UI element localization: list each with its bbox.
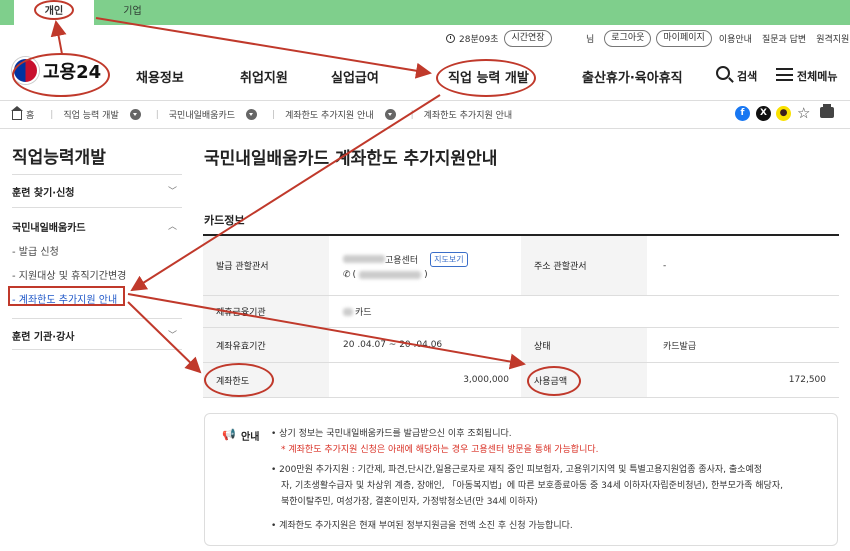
user-links: 님 로그아웃 마이페이지 이용안내 질문과 답변 원격지원 bbox=[586, 29, 849, 47]
timer-text: 28분09초 bbox=[459, 34, 499, 45]
table-row: 계좌한도 3,000,000 사용금액 172,500 bbox=[203, 363, 839, 398]
search-icon[interactable] bbox=[716, 66, 730, 80]
header-divider bbox=[0, 100, 850, 101]
breadcrumb-card[interactable]: 국민내일배움카드 bbox=[169, 108, 235, 121]
sidebar-sub-issue[interactable]: - 발급 신청 bbox=[12, 243, 59, 258]
sidebar-divider bbox=[12, 207, 182, 208]
page-title: 국민내일배움카드 계좌한도 추가지원안내 bbox=[204, 149, 498, 169]
link-remote[interactable]: 원격지원 bbox=[816, 32, 849, 45]
bank-label: 제휴금융기관 bbox=[203, 296, 329, 327]
section-title: 카드정보 bbox=[204, 214, 245, 227]
table-row: 발급 관할관서 고용센터 지도보기 ✆ ( ) 주소 관할관서 - bbox=[203, 236, 839, 296]
arrow-logo-to-tab bbox=[50, 20, 67, 55]
status-value: 카드발급 bbox=[663, 341, 697, 352]
address-label: 주소 관할관서 bbox=[521, 236, 647, 295]
notice-line: • 계좌한도 추가지원은 현재 부여된 정부지원금을 전액 소진 후 신청 가능… bbox=[271, 521, 573, 531]
chevron-down-icon[interactable]: ﹀ bbox=[168, 328, 177, 341]
tab-company[interactable]: 기업 bbox=[95, 0, 170, 25]
chevron-down-icon[interactable] bbox=[384, 109, 396, 120]
table-row: 제휴금융기관 카드 bbox=[203, 296, 839, 328]
session-timer: 28분09초 시간연장 bbox=[446, 29, 557, 47]
phone-prefix: ( bbox=[352, 269, 357, 280]
breadcrumb: 홈 | 직업 능력 개발 | 국민내일배움카드 | 계좌한도 추가지원 안내 |… bbox=[11, 106, 518, 121]
redacted-text bbox=[343, 307, 353, 316]
nav-maternity-leave[interactable]: 출산휴가·육아휴직 bbox=[582, 67, 683, 86]
sidebar-divider bbox=[12, 174, 182, 175]
extend-time-button[interactable]: 시간연장 bbox=[504, 29, 552, 47]
issuer-value: 고용센터 bbox=[385, 255, 419, 266]
notice-line-red: * 계좌한도 추가지원 신청은 아래에 해당하는 경우 고용센터 방문을 통해 … bbox=[281, 445, 599, 455]
annotation-circle-logo bbox=[12, 53, 110, 97]
limit-value: 3,000,000 bbox=[463, 375, 509, 385]
phone-suffix: ) bbox=[424, 269, 428, 280]
notice-box: 📢 안내 • 상기 정보는 국민내일배움카드를 발급받으신 이후 조회됩니다. … bbox=[204, 413, 838, 546]
sidebar-item-training-search[interactable]: 훈련 찾기·신청 bbox=[12, 184, 74, 199]
sidebar-item-institution[interactable]: 훈련 기관·강사 bbox=[12, 328, 74, 343]
sidebar-title: 직업능력개발 bbox=[12, 148, 106, 168]
breadcrumb-current: 계좌한도 추가지원 안내 bbox=[423, 111, 513, 121]
arrow-tab-to-nav bbox=[95, 17, 432, 79]
breadcrumb-home[interactable]: 홈 bbox=[26, 108, 34, 121]
address-value: - bbox=[663, 260, 667, 271]
redacted-phone bbox=[359, 270, 422, 279]
chevron-down-icon[interactable] bbox=[246, 109, 258, 120]
home-icon[interactable] bbox=[11, 106, 23, 120]
nav-unemployment-benefit[interactable]: 실업급여 bbox=[331, 67, 379, 86]
phone-icon: ✆ bbox=[343, 269, 351, 280]
arrow-sidebar-to-limit bbox=[127, 301, 202, 374]
annotation-circle-limit bbox=[204, 363, 274, 397]
notice-line: • 200만원 추가지원 : 기간제, 파견,단시간,일용근로자로 재직 중인 … bbox=[271, 465, 763, 475]
notice-line: • 상기 정보는 국민내일배움카드를 발급받으신 이후 조회됩니다. bbox=[271, 429, 512, 439]
breadcrumb-vocational[interactable]: 직업 능력 개발 bbox=[63, 108, 118, 121]
annotation-box-sidebar bbox=[8, 286, 125, 306]
sidebar-divider bbox=[12, 349, 182, 350]
breadcrumb-separator: | bbox=[155, 109, 159, 120]
facebook-share-icon[interactable]: f bbox=[735, 106, 750, 121]
period-label: 계좌유효기간 bbox=[203, 328, 329, 362]
logout-button[interactable]: 로그아웃 bbox=[604, 29, 652, 47]
notice-label: 안내 bbox=[241, 432, 260, 443]
annotation-circle-used bbox=[527, 366, 581, 396]
breadcrumb-divider bbox=[0, 128, 850, 129]
notice-line: 자, 기초생활수급자 및 차상위 계층, 장애인, 「아동복지법」에 따른 보호… bbox=[281, 481, 783, 491]
print-icon[interactable] bbox=[820, 104, 834, 118]
table-row: 계좌유효기간 20 .04.07 ~ 20 .04.06 상태 카드발급 bbox=[203, 328, 839, 363]
period-value: 20 .04.07 ~ 20 .04.06 bbox=[343, 340, 443, 350]
bank-value: 카드 bbox=[355, 308, 372, 318]
status-label: 상태 bbox=[521, 328, 647, 362]
annotation-circle-personal bbox=[34, 0, 74, 20]
sidebar-divider bbox=[12, 318, 182, 319]
notice-line: 북한이탈주민, 여성가장, 결혼이민자, 가정밖청소년(만 34세 이하자) bbox=[281, 497, 538, 507]
kakao-share-icon[interactable]: ● bbox=[776, 106, 791, 121]
top-tab-bar: 개인 기업 bbox=[0, 0, 850, 25]
issuer-label: 발급 관할관서 bbox=[203, 236, 329, 295]
chevron-up-icon[interactable]: ︿ bbox=[168, 219, 177, 232]
map-button[interactable]: 지도보기 bbox=[430, 251, 468, 267]
chevron-down-icon[interactable]: ﹀ bbox=[168, 184, 177, 197]
annotation-circle-nav bbox=[436, 59, 536, 97]
card-info-table: 발급 관할관서 고용센터 지도보기 ✆ ( ) 주소 관할관서 - 제휴금융기관… bbox=[203, 234, 839, 398]
breadcrumb-separator: | bbox=[410, 109, 414, 120]
chevron-down-icon[interactable] bbox=[129, 109, 141, 120]
used-value: 172,500 bbox=[788, 375, 826, 385]
sidebar-item-card[interactable]: 국민내일배움카드 bbox=[12, 219, 86, 234]
megaphone-icon: 📢 bbox=[222, 428, 236, 441]
link-guide[interactable]: 이용안내 bbox=[719, 32, 752, 45]
x-share-icon[interactable]: X bbox=[756, 106, 771, 121]
sidebar-sub-eligibility[interactable]: - 지원대상 및 휴직기간변경 bbox=[12, 267, 126, 282]
bookmark-star-icon[interactable]: ☆ bbox=[797, 104, 810, 122]
search-button[interactable]: 검색 bbox=[737, 68, 757, 84]
clock-icon bbox=[446, 33, 455, 43]
breadcrumb-separator: | bbox=[272, 109, 276, 120]
hamburger-menu-icon[interactable] bbox=[776, 68, 793, 81]
mypage-button[interactable]: 마이페이지 bbox=[656, 29, 712, 47]
full-menu-button[interactable]: 전체메뉴 bbox=[797, 68, 837, 84]
link-qna[interactable]: 질문과 답변 bbox=[762, 32, 806, 45]
breadcrumb-limit[interactable]: 계좌한도 추가지원 안내 bbox=[285, 108, 374, 121]
redacted-text bbox=[343, 255, 385, 263]
breadcrumb-separator: | bbox=[50, 109, 54, 120]
nav-employment-support[interactable]: 취업지원 bbox=[240, 67, 288, 86]
user-suffix: 님 bbox=[586, 34, 595, 45]
nav-job-info[interactable]: 채용정보 bbox=[136, 67, 184, 86]
